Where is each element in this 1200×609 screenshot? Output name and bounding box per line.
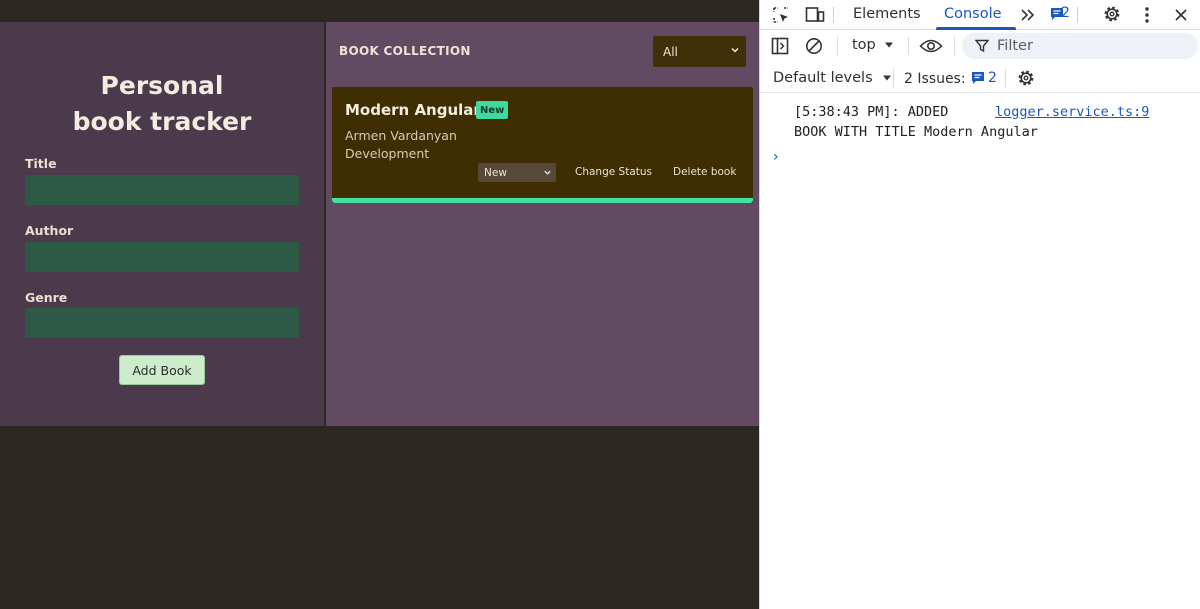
tab-elements[interactable]: Elements	[853, 6, 921, 22]
chevron-down-icon	[731, 47, 739, 53]
gear-icon[interactable]	[1101, 3, 1123, 25]
status-selected-value: New	[484, 166, 507, 179]
issues-label[interactable]: 2 Issues:	[904, 71, 966, 87]
devtools-panel: Elements Console 2 top Filter Default le…	[759, 0, 1200, 609]
book-status-select[interactable]: New	[478, 163, 556, 182]
book-title: Modern Angular	[345, 101, 481, 119]
author-label: Author	[25, 223, 74, 238]
status-filter-select[interactable]: All	[653, 36, 746, 67]
message-icon[interactable]	[971, 71, 985, 85]
chevron-down-icon	[544, 170, 551, 175]
app-viewport: Personal book tracker Title Author Genre…	[0, 0, 759, 609]
status-badge: New	[476, 101, 509, 119]
book-card-accent-bar	[332, 198, 753, 203]
device-toolbar-icon[interactable]	[803, 4, 827, 26]
toolbar-divider	[908, 37, 909, 55]
delete-book-button[interactable]: Delete book	[673, 166, 736, 178]
close-icon[interactable]	[1170, 4, 1192, 26]
book-genre: Development	[345, 146, 430, 161]
issues-count[interactable]: 2	[988, 70, 997, 86]
change-status-button[interactable]: Change Status	[575, 166, 652, 178]
caret-down-icon	[883, 75, 892, 81]
inspect-element-icon[interactable]	[770, 4, 792, 26]
issues-badge-count[interactable]: 2	[1061, 5, 1070, 21]
tabbar-divider	[1077, 7, 1078, 23]
title-label: Title	[25, 156, 57, 171]
context-select[interactable]: top	[852, 37, 894, 53]
tab-console[interactable]: Console	[944, 6, 1002, 22]
sidebar-toggle-icon[interactable]	[770, 36, 790, 56]
genre-input[interactable]	[25, 308, 299, 338]
book-collection-panel: BOOK COLLECTION All Modern Angular New A…	[326, 22, 759, 426]
genre-label: Genre	[25, 290, 68, 305]
eye-icon[interactable]	[918, 36, 944, 56]
filter-icon	[975, 39, 989, 53]
filter-selected-value: All	[663, 44, 678, 59]
page-title-text: Personal book tracker	[72, 71, 252, 136]
console-settings-icon[interactable]	[1016, 68, 1036, 88]
console-filter-input[interactable]: Filter	[962, 33, 1198, 59]
title-input[interactable]	[25, 175, 299, 205]
active-tab-indicator	[936, 27, 1016, 30]
book-author: Armen Vardanyan	[345, 128, 457, 143]
more-options-icon[interactable]	[1137, 4, 1157, 26]
caret-down-icon	[885, 42, 894, 48]
log-source-link[interactable]: logger.service.ts:9	[995, 104, 1149, 120]
filter-placeholder: Filter	[997, 38, 1033, 54]
toolbar-divider	[893, 69, 894, 87]
clear-console-icon[interactable]	[804, 36, 824, 56]
default-levels-label: Default levels	[773, 70, 873, 86]
default-levels-dropdown[interactable]: Default levels	[773, 70, 892, 86]
add-book-button[interactable]: Add Book	[119, 355, 205, 385]
log-message-line: BOOK WITH TITLE Modern Angular	[794, 124, 1038, 140]
log-message-line: [5:38:43 PM]: ADDED	[794, 104, 949, 120]
top-strip	[0, 0, 759, 22]
author-input[interactable]	[25, 242, 299, 272]
toolbar-divider	[954, 37, 955, 55]
devtools-tabbar: Elements Console 2	[760, 0, 1200, 30]
collection-heading: BOOK COLLECTION	[339, 44, 471, 58]
more-tabs-icon[interactable]	[1017, 4, 1039, 26]
tabbar-divider	[833, 7, 834, 23]
toolbar-divider	[837, 37, 838, 55]
console-prompt[interactable]: ›	[773, 149, 779, 165]
console-levels-row: Default levels 2 Issues: 2	[760, 63, 1200, 93]
context-value: top	[852, 37, 876, 53]
add-book-form-panel: Personal book tracker Title Author Genre…	[0, 22, 324, 426]
book-card: Modern Angular New Armen Vardanyan Devel…	[332, 87, 753, 203]
toolbar-divider	[1005, 69, 1006, 87]
page-title: Personal book tracker	[0, 68, 324, 140]
